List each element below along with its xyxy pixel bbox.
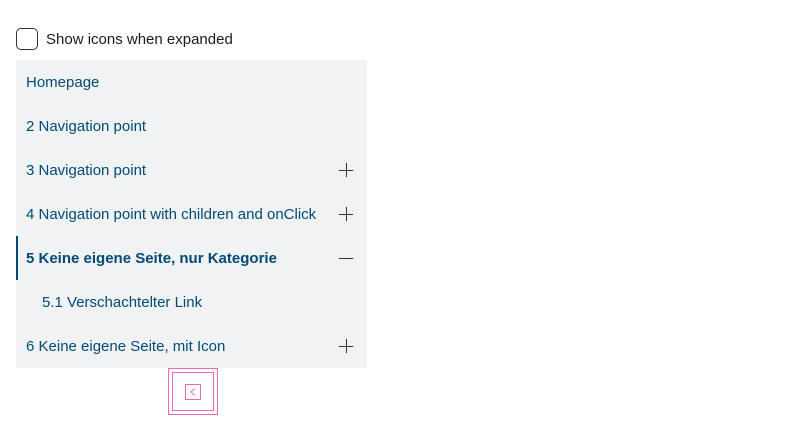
nav-item-4-navigation-point-with-children[interactable]: 4 Navigation point with children and onC… — [16, 192, 367, 236]
nav-item-label: 2 Navigation point — [26, 117, 147, 135]
nav-item-homepage[interactable]: Homepage — [16, 60, 367, 104]
plus-icon[interactable] — [339, 163, 353, 177]
nav-item-label: 3 Navigation point — [26, 161, 147, 179]
nav-item-6-mit-icon[interactable]: 6 Keine eigene Seite, mit Icon — [16, 324, 367, 368]
chevron-left-icon — [185, 384, 201, 400]
nav-item-label: 5.1 Verschachtelter Link — [42, 293, 203, 311]
nav-item-label: 4 Navigation point with children and onC… — [26, 205, 317, 223]
show-icons-checkbox[interactable] — [16, 28, 38, 50]
show-icons-label: Show icons when expanded — [46, 30, 233, 48]
nav-item-label: Homepage — [26, 73, 100, 91]
nav-item-3-navigation-point[interactable]: 3 Navigation point — [16, 148, 367, 192]
plus-icon[interactable] — [339, 339, 353, 353]
nav-item-2-navigation-point[interactable]: 2 Navigation point — [16, 104, 367, 148]
nav-item-label: 5 Keine eigene Seite, nur Kategorie — [26, 249, 277, 267]
collapse-navigation-button[interactable] — [168, 368, 218, 415]
page: Show icons when expanded Homepage 2 Navi… — [0, 0, 800, 432]
minus-icon[interactable] — [339, 251, 353, 265]
nav-item-5-1-verschachtelter-link[interactable]: 5.1 Verschachtelter Link — [16, 280, 367, 324]
show-icons-option[interactable]: Show icons when expanded — [16, 27, 233, 51]
plus-icon[interactable] — [339, 207, 353, 221]
nav-item-label: 6 Keine eigene Seite, mit Icon — [26, 337, 226, 355]
side-navigation: Homepage 2 Navigation point 3 Navigation… — [16, 60, 367, 368]
nav-item-5-kategorie[interactable]: 5 Keine eigene Seite, nur Kategorie — [16, 236, 367, 280]
